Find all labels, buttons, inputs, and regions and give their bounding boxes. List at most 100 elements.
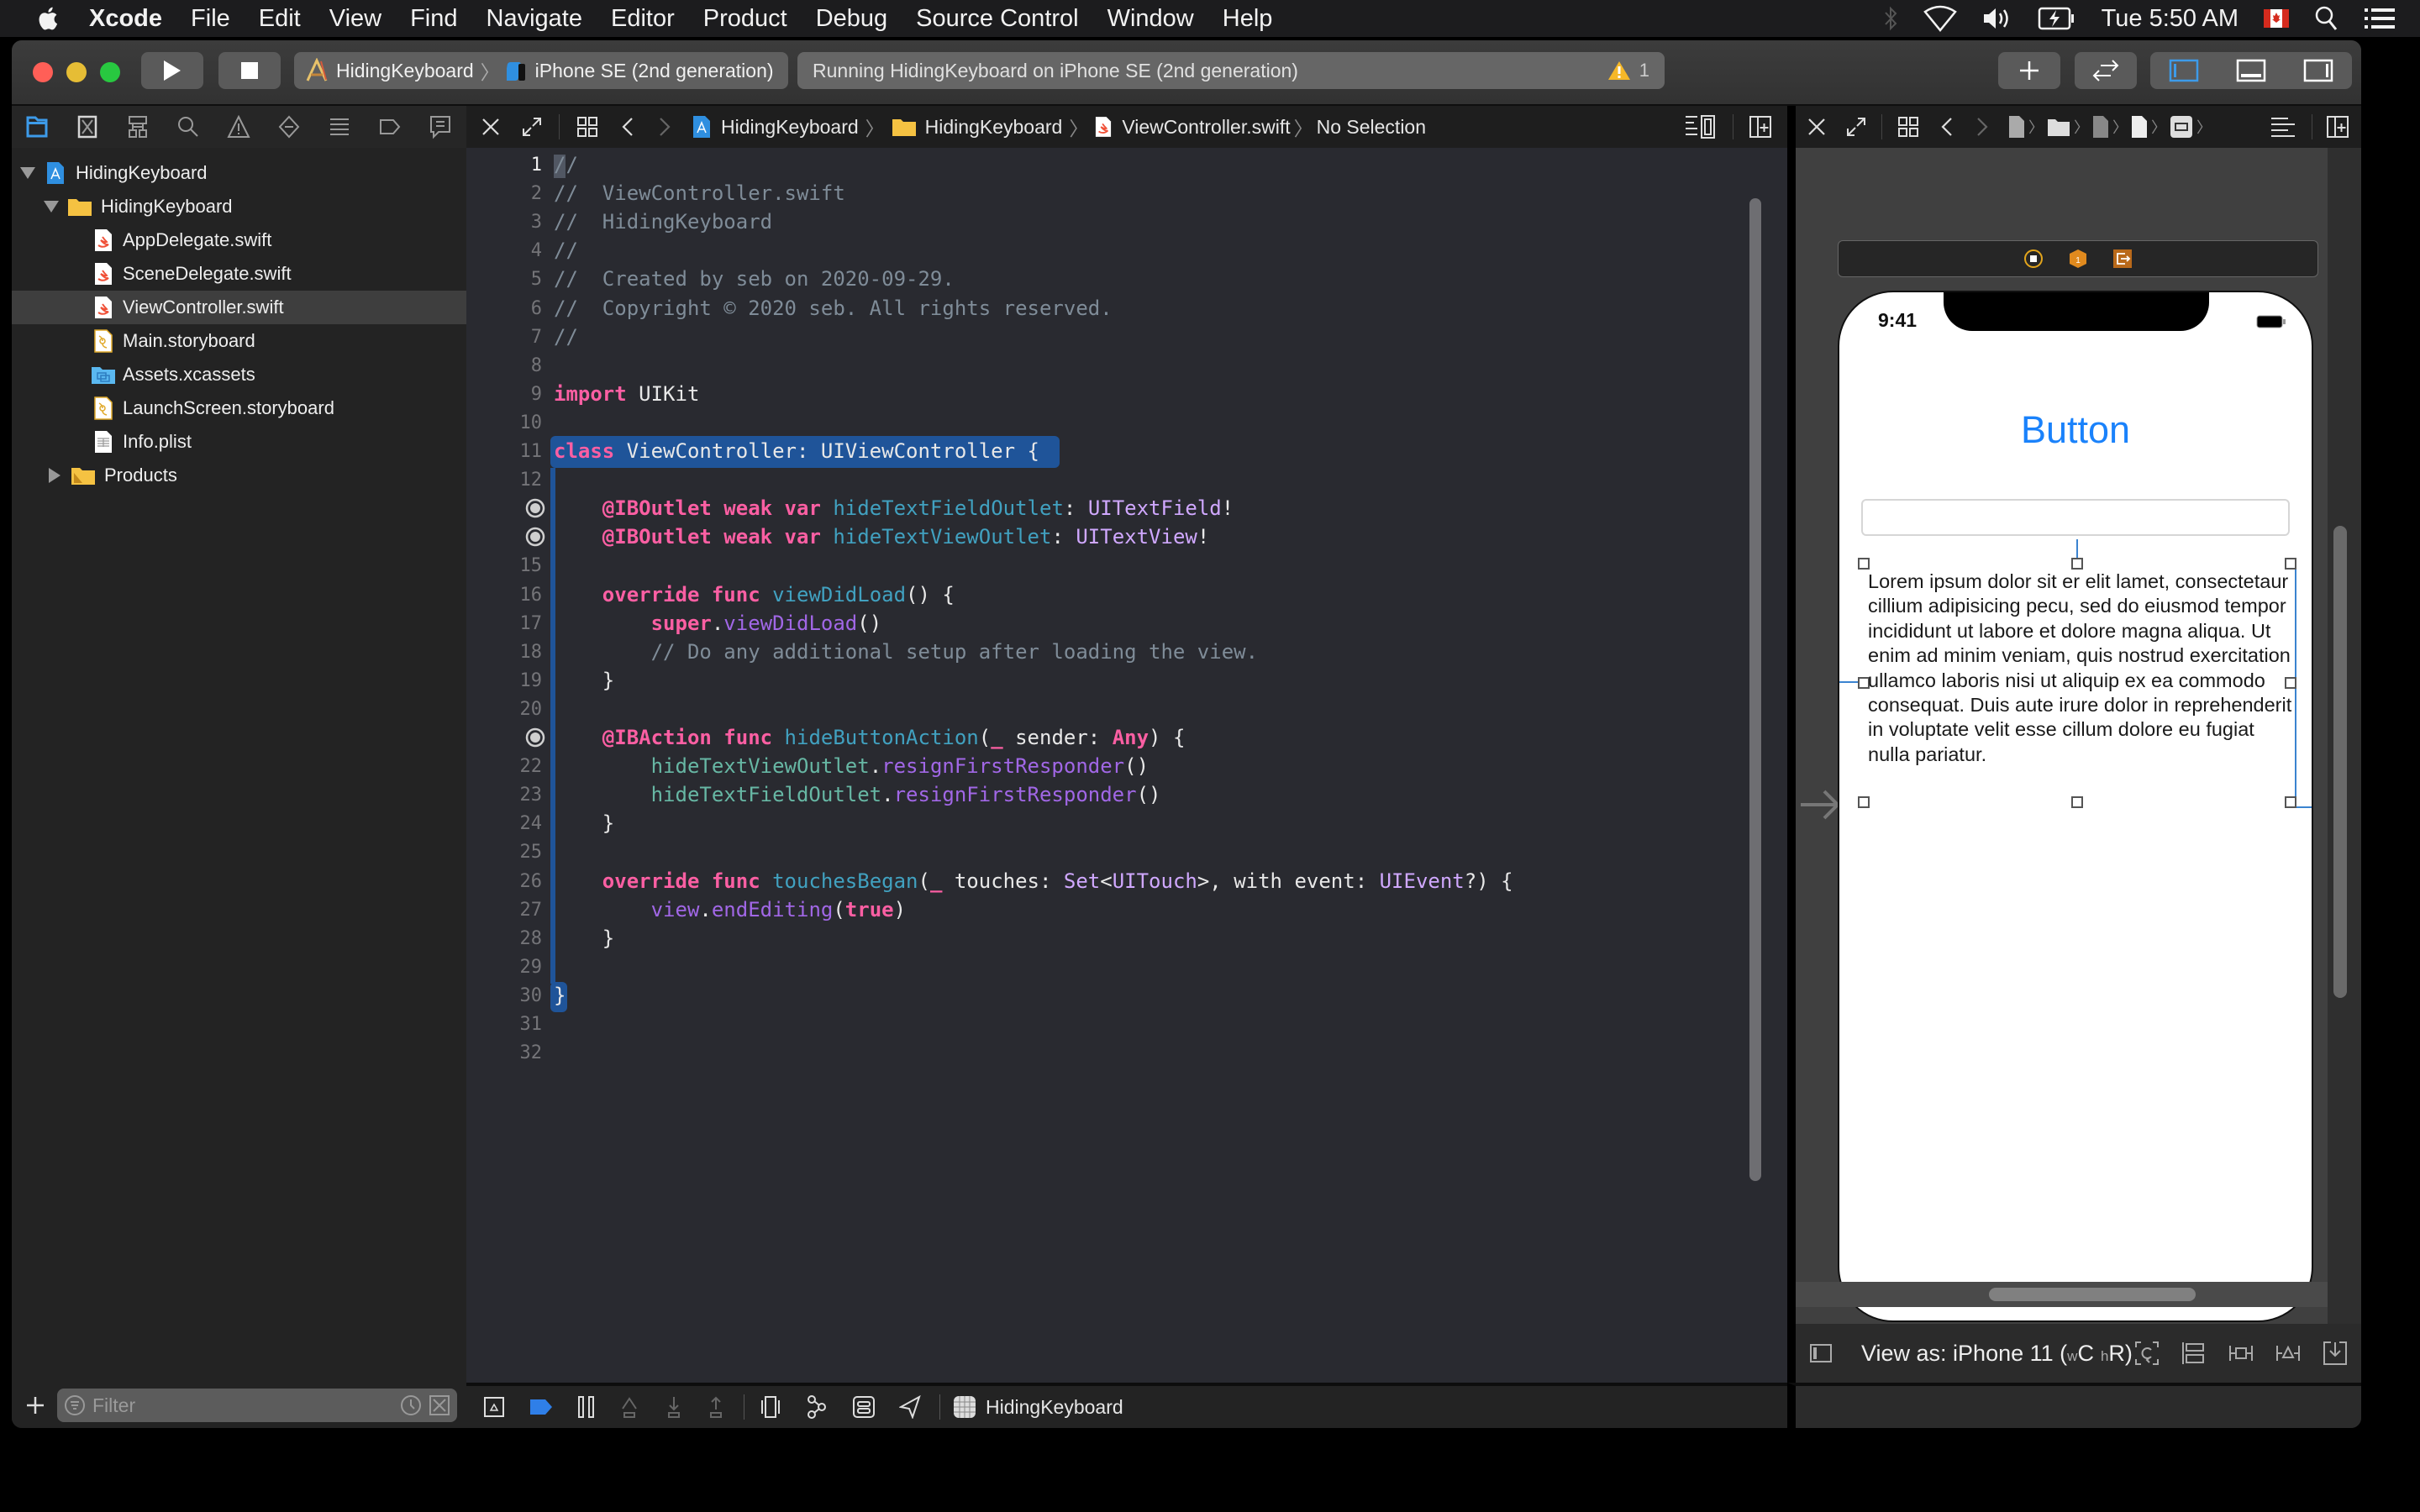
tree-item-file-selected[interactable]: ViewController.swift	[12, 291, 466, 324]
code-line[interactable]: import UIKit	[554, 382, 699, 406]
related-items-icon[interactable]	[576, 116, 598, 138]
code-line[interactable]: view.endEditing(true)	[554, 898, 906, 921]
canvas-vertical-scrollbar[interactable]	[2333, 526, 2347, 998]
tree-item-project[interactable]: HidingKeyboard	[12, 156, 466, 190]
code-line[interactable]: }	[554, 984, 566, 1007]
menu-help[interactable]: Help	[1223, 5, 1273, 33]
wifi-icon[interactable]	[1923, 5, 1957, 32]
folder-icon[interactable]	[2047, 117, 2070, 137]
resize-handle[interactable]	[1858, 558, 1870, 570]
outlet-connection-indicator[interactable]	[466, 498, 545, 523]
code-line[interactable]: //	[554, 153, 578, 176]
close-window-button[interactable]	[33, 62, 53, 82]
code-line[interactable]: }	[554, 669, 614, 692]
canada-flag-icon[interactable]	[2264, 9, 2289, 28]
interface-builder-canvas[interactable]: 1 9:41 Button Lorem ipsum dolor sit er e…	[1787, 148, 2361, 1324]
add-constraints-icon[interactable]	[2228, 1341, 2254, 1366]
scheme-selector[interactable]: HidingKeyboard 〉 iPhone SE (2nd generati…	[294, 52, 788, 89]
code-line[interactable]: hideTextViewOutlet.resignFirstResponder(…	[554, 754, 1149, 778]
storyboard-file-icon[interactable]	[2092, 115, 2109, 139]
outlet-connection-indicator[interactable]	[466, 727, 545, 753]
menu-view[interactable]: View	[329, 5, 381, 33]
code-line[interactable]: @IBOutlet weak var hideTextFieldOutlet: …	[554, 496, 1234, 520]
source-control-navigator-icon[interactable]	[62, 115, 113, 139]
code-line[interactable]: override func touchesBegan(_ touches: Se…	[554, 869, 1513, 893]
test-navigator-icon[interactable]	[264, 115, 314, 139]
spotlight-icon[interactable]	[2314, 5, 2339, 32]
back-icon[interactable]	[1941, 117, 1953, 137]
jumpbar-file[interactable]: ViewController.swift	[1122, 116, 1290, 139]
code-line[interactable]: //	[554, 325, 578, 349]
related-items-icon[interactable]	[1897, 116, 1919, 138]
warning-indicator[interactable]: 1	[1607, 60, 1649, 81]
menu-source-control[interactable]: Source Control	[916, 5, 1078, 33]
source-control-filter-icon[interactable]	[429, 1394, 450, 1416]
toggle-inspector-icon[interactable]	[2303, 59, 2333, 82]
run-button[interactable]	[141, 52, 203, 89]
first-responder-icon[interactable]: 1	[2069, 249, 2087, 269]
close-editor-icon[interactable]	[1807, 118, 1826, 136]
align-icon[interactable]	[2181, 1341, 2207, 1366]
apple-logo-icon[interactable]	[35, 5, 59, 32]
resize-handle[interactable]	[2285, 796, 2296, 808]
editor-options-icon[interactable]	[1684, 114, 1718, 139]
expand-editor-icon[interactable]	[1846, 117, 1866, 137]
editor-vertical-scrollbar[interactable]	[1749, 198, 1761, 1181]
simulate-location-icon[interactable]	[899, 1395, 921, 1419]
notification-center-icon[interactable]	[2365, 7, 2395, 30]
split-editor-icon[interactable]	[2326, 115, 2349, 139]
disclosure-expanded-icon[interactable]	[44, 201, 59, 213]
resize-handle[interactable]	[2071, 796, 2083, 808]
forward-icon[interactable]	[1976, 117, 1988, 137]
menu-product[interactable]: Product	[703, 5, 787, 33]
pause-icon[interactable]	[577, 1395, 596, 1419]
tree-item-file[interactable]: LaunchScreen.storyboard	[12, 391, 466, 425]
tree-item-file[interactable]: Info.plist	[12, 425, 466, 459]
debug-view-hierarchy-icon[interactable]	[760, 1395, 781, 1419]
step-out-icon[interactable]	[707, 1395, 725, 1419]
text-view-selection[interactable]: Lorem ipsum dolor sit er elit lamet, con…	[1839, 539, 2312, 808]
xcode-project-icon[interactable]	[2008, 115, 2025, 139]
zoom-window-button[interactable]	[100, 62, 120, 82]
clock[interactable]: Tue 5:50 AM	[2102, 5, 2238, 33]
view-as-device-button[interactable]: View as: iPhone 11 (wC hR)	[1861, 1341, 2133, 1367]
tree-item-group[interactable]: HidingKeyboard	[12, 190, 466, 223]
storyboard-file-icon[interactable]	[2131, 115, 2148, 139]
disclosure-expanded-icon[interactable]	[20, 167, 35, 179]
code-line[interactable]: // HidingKeyboard	[554, 210, 772, 234]
outlet-connection-indicator[interactable]	[466, 527, 545, 552]
menu-xcode[interactable]: Xcode	[89, 5, 162, 33]
exit-icon[interactable]	[2112, 249, 2133, 269]
menu-navigate[interactable]: Navigate	[487, 5, 582, 33]
scheme-name[interactable]: HidingKeyboard	[336, 60, 474, 82]
find-navigator-icon[interactable]	[163, 115, 213, 139]
iphone-scene[interactable]: 9:41 Button Lorem ipsum dolor sit er eli…	[1838, 291, 2313, 1322]
update-frames-icon[interactable]	[2134, 1341, 2160, 1366]
expand-editor-icon[interactable]	[522, 117, 542, 137]
menu-edit[interactable]: Edit	[259, 5, 301, 33]
menu-file[interactable]: File	[191, 5, 230, 33]
debug-navigator-icon[interactable]	[314, 117, 365, 137]
debug-memory-graph-icon[interactable]	[805, 1394, 829, 1420]
report-navigator-icon[interactable]	[415, 114, 466, 139]
hide-debug-area-icon[interactable]	[483, 1396, 505, 1418]
code-line[interactable]: class ViewController: UIViewController {	[554, 439, 1039, 463]
process-selector[interactable]: HidingKeyboard	[952, 1394, 1123, 1420]
tree-item-file[interactable]: AppDelegate.swift	[12, 223, 466, 257]
menu-editor[interactable]: Editor	[611, 5, 675, 33]
stop-button[interactable]	[218, 52, 281, 89]
jumpbar-project[interactable]: HidingKeyboard	[721, 116, 859, 139]
code-line[interactable]: // Copyright © 2020 seb. All rights rese…	[554, 297, 1113, 320]
back-icon[interactable]	[622, 117, 634, 137]
hide-keyboard-button[interactable]: Button	[1839, 408, 2312, 452]
code-line[interactable]: hideTextFieldOutlet.resignFirstResponder…	[554, 783, 1161, 806]
code-line[interactable]: @IBAction func hideButtonAction(_ sender…	[554, 726, 1186, 749]
embed-in-icon[interactable]	[2323, 1341, 2348, 1366]
forward-icon[interactable]	[659, 117, 671, 137]
view-controller-icon[interactable]	[2023, 249, 2044, 269]
source-editor[interactable]: 1 // 2 // ViewController.swift 3 // HidingKey…	[466, 148, 1787, 1383]
toggle-debug-area-icon[interactable]	[2236, 59, 2266, 82]
code-line[interactable]: super.viewDidLoad()	[554, 612, 882, 635]
code-review-button[interactable]	[2075, 52, 2137, 89]
toggle-navigator-icon[interactable]	[2169, 59, 2199, 82]
